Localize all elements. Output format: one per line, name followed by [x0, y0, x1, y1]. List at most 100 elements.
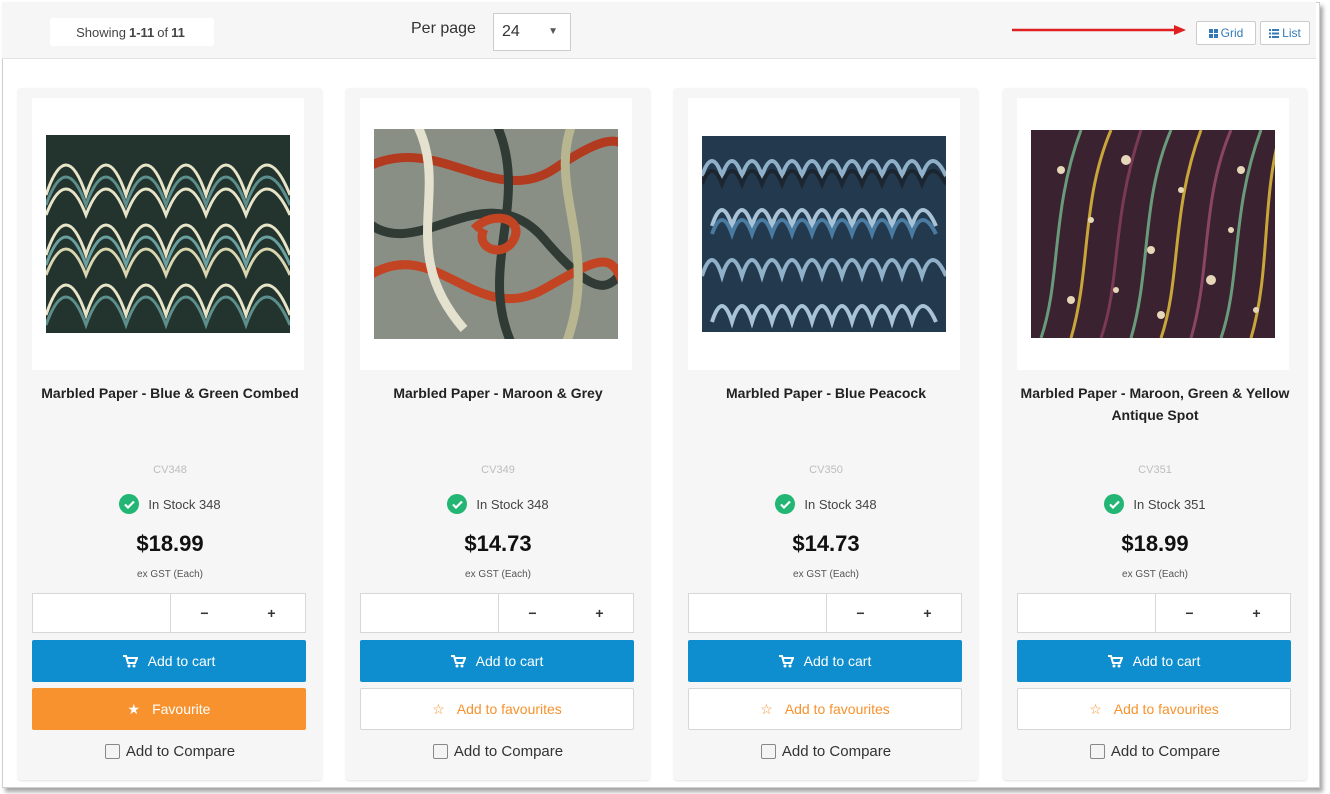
star-icon: ★	[127, 700, 141, 717]
product-sku: CV351	[1138, 464, 1172, 476]
tax-note: ex GST (Each)	[137, 569, 203, 580]
product-sku: CV349	[481, 464, 515, 476]
product-price: $14.73	[792, 531, 860, 556]
favourite-label: Add to favourites	[784, 701, 890, 717]
stock-label: In Stock 351	[1133, 496, 1206, 512]
star-outline-icon: ☆	[432, 700, 445, 717]
stock-status: In Stock 348	[346, 494, 650, 514]
annotation-arrow-icon	[1012, 25, 1186, 35]
increment-button[interactable]: +	[238, 594, 305, 632]
list-view-button[interactable]: List	[1260, 21, 1310, 45]
per-page-value: 24	[502, 23, 520, 40]
product-image[interactable]	[360, 98, 632, 370]
product-name[interactable]: Marbled Paper - Maroon, Green & Yellow A…	[1013, 382, 1297, 426]
results-count: Showing 1-11 of 11	[50, 18, 214, 46]
add-to-cart-button[interactable]: Add to cart	[32, 640, 306, 682]
add-to-compare[interactable]: Add to Compare	[18, 743, 322, 760]
favourite-label: Add to favourites	[1113, 701, 1219, 717]
cart-icon	[450, 654, 466, 667]
compare-label: Add to Compare	[125, 743, 236, 760]
decrement-button[interactable]: −	[1156, 594, 1223, 632]
marbled-paper-image	[1031, 130, 1275, 338]
results-count-prefix: Showing	[76, 24, 126, 40]
check-icon	[447, 494, 468, 514]
results-count-of: of	[157, 24, 169, 40]
increment-button[interactable]: +	[566, 594, 633, 632]
product-name[interactable]: Marbled Paper - Maroon & Grey	[356, 382, 640, 404]
add-to-compare[interactable]: Add to Compare	[1003, 743, 1307, 760]
product-image[interactable]	[32, 98, 304, 370]
add-to-cart-button[interactable]: Add to cart	[688, 640, 962, 682]
list-view-label: List	[1282, 26, 1301, 40]
quantity-stepper: − +	[32, 593, 306, 633]
grid-view-button[interactable]: Grid	[1196, 21, 1256, 45]
stock-label: In Stock 348	[148, 496, 221, 512]
grid-view-label: Grid	[1220, 26, 1244, 40]
compare-checkbox[interactable]	[760, 744, 776, 759]
check-icon	[1104, 494, 1125, 514]
cart-icon	[778, 654, 794, 667]
compare-checkbox[interactable]	[1089, 744, 1105, 759]
add-to-cart-label: Add to cart	[1132, 653, 1201, 669]
star-outline-icon: ☆	[1089, 700, 1102, 717]
add-to-cart-button[interactable]: Add to cart	[1017, 640, 1291, 682]
quantity-input[interactable]	[1018, 594, 1156, 632]
per-page-select[interactable]: 24 ▼	[493, 13, 571, 51]
dropdown-arrow-icon: ▼	[548, 26, 558, 37]
list-icon	[1269, 28, 1280, 38]
tax-note: ex GST (Each)	[793, 569, 859, 580]
product-card: Marbled Paper - Blue Peacock CV350 In St…	[674, 88, 978, 780]
stock-label: In Stock 348	[476, 496, 549, 512]
marbled-paper-image	[374, 129, 618, 339]
cart-icon	[122, 654, 138, 667]
quantity-input[interactable]	[689, 594, 827, 632]
decrement-button[interactable]: −	[171, 594, 238, 632]
favourite-label: Favourite	[152, 701, 211, 717]
product-sku: CV350	[809, 464, 843, 476]
cart-icon	[1107, 654, 1123, 667]
add-to-favourites-button[interactable]: ☆ Add to favourites	[688, 688, 962, 730]
marbled-paper-image	[46, 135, 290, 333]
add-to-cart-label: Add to cart	[475, 653, 544, 669]
product-card: Marbled Paper - Maroon, Green & Yellow A…	[1003, 88, 1307, 780]
quantity-input[interactable]	[361, 594, 499, 632]
product-image[interactable]	[1017, 98, 1289, 370]
compare-label: Add to Compare	[781, 743, 892, 760]
check-icon	[775, 494, 796, 514]
product-price: $18.99	[1121, 531, 1189, 556]
quantity-stepper: − +	[688, 593, 962, 633]
stock-label: In Stock 348	[804, 496, 877, 512]
add-to-favourites-button[interactable]: ☆ Add to favourites	[1017, 688, 1291, 730]
product-name[interactable]: Marbled Paper - Blue & Green Combed	[28, 382, 312, 404]
product-card: Marbled Paper - Maroon & Grey CV349 In S…	[346, 88, 650, 780]
tax-note: ex GST (Each)	[465, 569, 531, 580]
compare-checkbox[interactable]	[432, 744, 448, 759]
decrement-button[interactable]: −	[827, 594, 894, 632]
favourite-button[interactable]: ★ Favourite	[32, 688, 306, 730]
product-card: Marbled Paper - Blue & Green Combed CV34…	[18, 88, 322, 780]
compare-label: Add to Compare	[1110, 743, 1221, 760]
quantity-input[interactable]	[33, 594, 171, 632]
add-to-compare[interactable]: Add to Compare	[346, 743, 650, 760]
compare-label: Add to Compare	[453, 743, 564, 760]
star-outline-icon: ☆	[760, 700, 773, 717]
results-count-total: 11	[171, 24, 185, 40]
product-price: $14.73	[464, 531, 532, 556]
compare-checkbox[interactable]	[104, 744, 120, 759]
stock-status: In Stock 348	[18, 494, 322, 514]
check-icon	[119, 494, 140, 514]
add-to-compare[interactable]: Add to Compare	[674, 743, 978, 760]
add-to-favourites-button[interactable]: ☆ Add to favourites	[360, 688, 634, 730]
marbled-paper-image	[702, 136, 946, 332]
add-to-cart-button[interactable]: Add to cart	[360, 640, 634, 682]
decrement-button[interactable]: −	[499, 594, 566, 632]
product-price: $18.99	[136, 531, 204, 556]
increment-button[interactable]: +	[894, 594, 961, 632]
increment-button[interactable]: +	[1223, 594, 1290, 632]
per-page-label: Per page	[411, 20, 476, 37]
stock-status: In Stock 348	[674, 494, 978, 514]
product-image[interactable]	[688, 98, 960, 370]
quantity-stepper: − +	[1017, 593, 1291, 633]
quantity-stepper: − +	[360, 593, 634, 633]
product-name[interactable]: Marbled Paper - Blue Peacock	[684, 382, 968, 404]
